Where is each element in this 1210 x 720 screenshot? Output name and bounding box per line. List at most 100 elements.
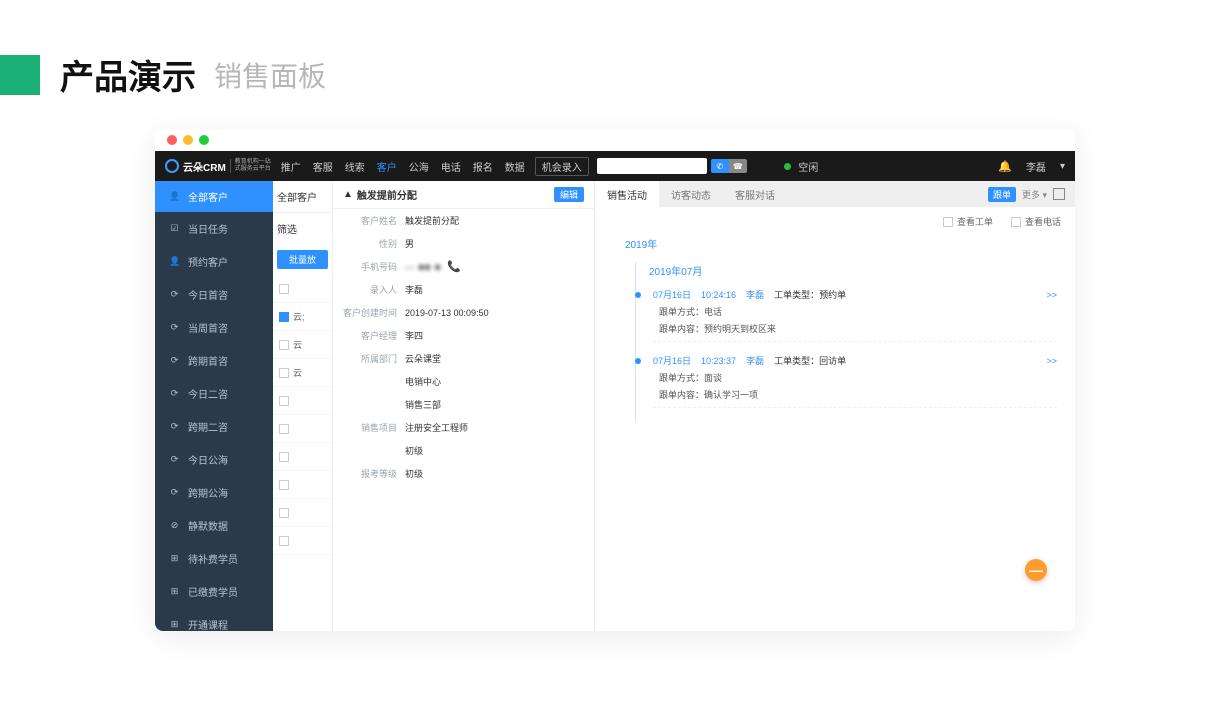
- view-phone-checkbox[interactable]: 查看电话: [1011, 215, 1061, 228]
- edit-button[interactable]: 编辑: [554, 187, 584, 202]
- timeline-dot-icon: [635, 358, 641, 364]
- bell-icon[interactable]: 🔔: [998, 160, 1012, 173]
- tab-客服对话[interactable]: 客服对话: [723, 181, 787, 207]
- window-minimize-icon[interactable]: [183, 135, 193, 145]
- list-item[interactable]: [273, 499, 332, 527]
- nav-item-客服[interactable]: 客服: [313, 159, 333, 174]
- more-dropdown[interactable]: 更多 ▾: [1022, 188, 1047, 201]
- list-item[interactable]: 云;: [273, 303, 332, 331]
- row-checkbox[interactable]: [279, 424, 289, 434]
- sidebar-item-已缴费学员[interactable]: ⊞已缴费学员: [155, 575, 273, 608]
- timeline-panel: 销售活动访客动态客服对话 跟单 更多 ▾ 查看工单 查看电话 2019年 201…: [595, 181, 1075, 631]
- sidebar-item-静默数据[interactable]: ⊘静默数据: [155, 509, 273, 542]
- status-indicator[interactable]: 空闲: [784, 159, 818, 174]
- sidebar-item-label: 待补费学员: [188, 551, 238, 566]
- detail-label: [343, 398, 405, 411]
- detail-value: 李四: [405, 329, 423, 342]
- timeline-entry: 07月16日10:24:16李磊工单类型：预约单>>跟单方式：电话跟单内容：预约…: [653, 288, 1057, 342]
- row-checkbox[interactable]: [279, 536, 289, 546]
- row-checkbox[interactable]: [279, 508, 289, 518]
- sidebar-item-今日首咨[interactable]: ⟳今日首咨: [155, 278, 273, 311]
- phone-toggle[interactable]: ✆ ☎: [711, 159, 747, 173]
- batch-release-button[interactable]: 批量放: [277, 250, 328, 269]
- detail-label: [343, 444, 405, 457]
- sidebar-item-label: 今日二咨: [188, 386, 228, 401]
- search-input[interactable]: [597, 158, 707, 174]
- record-opportunity-button[interactable]: 机会录入: [535, 157, 589, 176]
- entry-type: 工单类型：预约单: [774, 288, 846, 301]
- sidebar-item-icon: ⟳: [169, 421, 180, 432]
- help-fab[interactable]: —: [1025, 559, 1047, 581]
- list-item[interactable]: 云: [273, 331, 332, 359]
- nav-item-线索[interactable]: 线索: [345, 159, 365, 174]
- list-item[interactable]: [273, 415, 332, 443]
- sidebar-item-label: 跨期二咨: [188, 419, 228, 434]
- sidebar-item-今日二咨[interactable]: ⟳今日二咨: [155, 377, 273, 410]
- accent-block: [0, 55, 40, 95]
- expand-button[interactable]: >>: [1046, 290, 1057, 300]
- sidebar-item-今日公海[interactable]: ⟳今日公海: [155, 443, 273, 476]
- nav-item-公海[interactable]: 公海: [409, 159, 429, 174]
- entry-sub: 跟单方式：面谈: [659, 371, 1057, 384]
- sidebar-item-待补费学员[interactable]: ⊞ 待补费学员: [155, 542, 273, 575]
- nav-item-推广[interactable]: 推广: [281, 159, 301, 174]
- list-item[interactable]: 云: [273, 359, 332, 387]
- sidebar: 👤 全部客户 ☑当日任务👤预约客户⟳今日首咨⟳当周首咨⟳跨期首咨⟳今日二咨⟳跨期…: [155, 181, 273, 631]
- window-close-icon[interactable]: [167, 135, 177, 145]
- detail-label: 客户经理: [343, 329, 405, 342]
- sidebar-item-开通课程[interactable]: ⊞开通课程: [155, 608, 273, 631]
- list-item[interactable]: [273, 443, 332, 471]
- chevron-down-icon[interactable]: ▾: [1060, 161, 1065, 172]
- detail-row: 销售项目注册安全工程师: [333, 416, 594, 439]
- user-name[interactable]: 李磊: [1026, 159, 1046, 174]
- nav-item-客户[interactable]: 客户: [377, 159, 397, 174]
- nav-item-数据[interactable]: 数据: [505, 159, 525, 174]
- detail-value: 初级: [405, 467, 423, 480]
- detail-value: 男: [405, 237, 414, 250]
- nav-item-电话[interactable]: 电话: [441, 159, 461, 174]
- sidebar-item-当日任务[interactable]: ☑当日任务: [155, 212, 273, 245]
- detail-label: 手机号码: [343, 260, 405, 273]
- list-item[interactable]: [273, 275, 332, 303]
- logo-icon: [165, 159, 179, 173]
- phone-call-icon[interactable]: 📞: [447, 260, 461, 273]
- row-checkbox[interactable]: [279, 284, 289, 294]
- detail-row: 录入人李磊: [333, 278, 594, 301]
- detail-label: 性别: [343, 237, 405, 250]
- expand-button[interactable]: >>: [1046, 356, 1057, 366]
- sidebar-item-预约客户[interactable]: 👤预约客户: [155, 245, 273, 278]
- row-checkbox[interactable]: [279, 452, 289, 462]
- sidebar-item-跨期公海[interactable]: ⟳跨期公海: [155, 476, 273, 509]
- row-checkbox[interactable]: [279, 368, 289, 378]
- detail-row: 初级: [333, 439, 594, 462]
- detail-label: 所属部门: [343, 352, 405, 365]
- sidebar-item-跨期首咨[interactable]: ⟳跨期首咨: [155, 344, 273, 377]
- list-item[interactable]: [273, 471, 332, 499]
- view-ticket-checkbox[interactable]: 查看工单: [943, 215, 993, 228]
- row-checkbox[interactable]: [279, 396, 289, 406]
- logo[interactable]: 云朵CRM 教育机构一站 式服务云平台: [165, 159, 271, 174]
- tab-销售活动[interactable]: 销售活动: [595, 181, 659, 207]
- follow-button[interactable]: 跟单: [988, 187, 1016, 202]
- list-item[interactable]: [273, 527, 332, 555]
- window-zoom-icon[interactable]: [199, 135, 209, 145]
- detail-value: 注册安全工程师: [405, 421, 468, 434]
- row-checkbox[interactable]: [279, 480, 289, 490]
- nav-item-报名[interactable]: 报名: [473, 159, 493, 174]
- sidebar-item-当周首咨[interactable]: ⟳当周首咨: [155, 311, 273, 344]
- layout-icon[interactable]: [1053, 188, 1065, 200]
- timeline-month: 2019年07月: [649, 263, 1057, 278]
- sidebar-item-icon: ⊞: [169, 553, 180, 564]
- row-checkbox[interactable]: [279, 312, 289, 322]
- status-dot-icon: [784, 163, 791, 170]
- sidebar-item-跨期二咨[interactable]: ⟳ 跨期二咨: [155, 410, 273, 443]
- detail-value: 触发提前分配: [405, 214, 459, 227]
- sidebar-item-label: 今日首咨: [188, 287, 228, 302]
- customer-detail-panel: ▲ 触发提前分配 编辑 客户姓名触发提前分配性别男手机号码— ■■ ■📞录入人李…: [333, 181, 595, 631]
- entry-sub: 跟单内容：预约明天到校区来: [659, 322, 1057, 335]
- filter-label[interactable]: 筛选: [273, 213, 332, 244]
- tab-访客动态[interactable]: 访客动态: [659, 181, 723, 207]
- sidebar-item-all-customers[interactable]: 👤 全部客户: [155, 181, 273, 212]
- list-item[interactable]: [273, 387, 332, 415]
- row-checkbox[interactable]: [279, 340, 289, 350]
